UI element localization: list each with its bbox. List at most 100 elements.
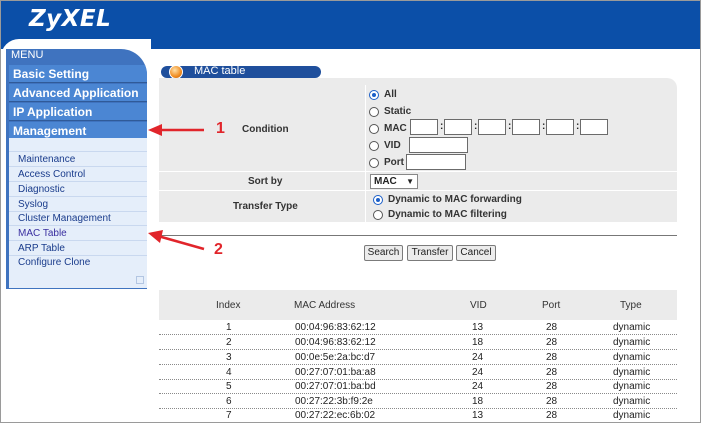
cell-mac-address: 00:27:22:ec:6b:02 bbox=[295, 410, 376, 421]
menu-title: MENU bbox=[11, 49, 44, 61]
transfer-button[interactable]: Transfer bbox=[407, 245, 453, 261]
column-header-index: Index bbox=[216, 300, 241, 311]
sidebar-item-syslog[interactable]: Syslog bbox=[18, 199, 48, 210]
cell-type: dynamic bbox=[613, 322, 651, 333]
mac-separator: : bbox=[576, 121, 580, 132]
port-input[interactable] bbox=[406, 154, 466, 170]
title-bullet-icon bbox=[169, 65, 183, 79]
condition-mac-label: MAC bbox=[384, 123, 407, 134]
cell-port: 28 bbox=[546, 367, 558, 378]
cell-type: dynamic bbox=[613, 337, 651, 348]
page-title: MAC table bbox=[194, 65, 246, 77]
transfer-filtering-label: Dynamic to MAC filtering bbox=[388, 209, 507, 220]
vid-input[interactable] bbox=[409, 137, 468, 153]
condition-static-radio[interactable] bbox=[369, 107, 379, 117]
cell-index: 4 bbox=[226, 367, 232, 378]
search-button[interactable]: Search bbox=[364, 245, 403, 261]
annotation-arrow-2-icon bbox=[148, 230, 205, 251]
submenu-divider bbox=[9, 181, 147, 182]
cell-mac-address: 00:0e:5e:2a:bc:d7 bbox=[295, 352, 376, 363]
sidebar-item-access-control[interactable]: Access Control bbox=[18, 169, 85, 180]
table-row: 2 00:04:96:83:62:12 18 28 dynamic bbox=[159, 336, 677, 350]
submenu-divider bbox=[9, 151, 147, 152]
condition-vid-label: VID bbox=[384, 140, 401, 151]
condition-label: Condition bbox=[242, 124, 289, 135]
sidebar-menu: MENU Basic Setting Advanced Application … bbox=[6, 49, 147, 289]
mac-octet-2-input[interactable] bbox=[444, 119, 472, 135]
form-row-divider bbox=[159, 190, 677, 191]
condition-mac-radio[interactable] bbox=[369, 124, 379, 134]
mac-octet-3-input[interactable] bbox=[478, 119, 506, 135]
form-column-divider bbox=[365, 85, 366, 222]
cell-mac-address: 00:27:22:3b:f9:2e bbox=[295, 396, 373, 407]
cell-index: 7 bbox=[226, 410, 232, 421]
cell-type: dynamic bbox=[613, 352, 651, 363]
chevron-down-icon: ▼ bbox=[406, 177, 414, 186]
mac-octet-1-input[interactable] bbox=[410, 119, 438, 135]
cell-mac-address: 00:04:96:83:62:12 bbox=[295, 337, 376, 348]
transfer-type-label: Transfer Type bbox=[233, 201, 298, 212]
cell-mac-address: 00:27:07:01:ba:a8 bbox=[295, 367, 376, 378]
cell-type: dynamic bbox=[613, 410, 651, 421]
cell-index: 1 bbox=[226, 322, 232, 333]
cell-port: 28 bbox=[546, 381, 558, 392]
condition-static-label: Static bbox=[384, 106, 412, 117]
mac-separator: : bbox=[474, 121, 478, 132]
cell-index: 6 bbox=[226, 396, 232, 407]
nav-section-ip-application[interactable]: IP Application bbox=[9, 103, 147, 121]
table-row: 6 00:27:22:3b:f9:2e 18 28 dynamic bbox=[159, 395, 677, 409]
sidebar-item-maintenance[interactable]: Maintenance bbox=[18, 154, 75, 165]
cell-index: 5 bbox=[226, 381, 232, 392]
nav-section-basic-setting[interactable]: Basic Setting bbox=[9, 65, 147, 83]
table-row: 1 00:04:96:83:62:12 13 28 dynamic bbox=[159, 321, 677, 335]
cell-type: dynamic bbox=[613, 367, 651, 378]
transfer-forwarding-label: Dynamic to MAC forwarding bbox=[388, 194, 522, 205]
submenu-divider bbox=[9, 211, 147, 212]
column-header-type: Type bbox=[620, 300, 642, 311]
cell-port: 28 bbox=[546, 352, 558, 363]
cell-vid: 24 bbox=[472, 367, 484, 378]
cell-vid: 18 bbox=[472, 396, 484, 407]
condition-all-radio[interactable] bbox=[369, 90, 379, 100]
annotation-number-2: 2 bbox=[214, 241, 223, 258]
zyxel-logo: ZyXEL bbox=[29, 6, 112, 32]
cell-index: 2 bbox=[226, 337, 232, 348]
sidebar-item-cluster-management[interactable]: Cluster Management bbox=[18, 213, 111, 224]
screenshot-frame: ZyXEL MENU Basic Setting Advanced Applic… bbox=[0, 0, 701, 423]
condition-port-radio[interactable] bbox=[369, 158, 379, 168]
form-row-divider bbox=[159, 171, 677, 172]
mac-octet-4-input[interactable] bbox=[512, 119, 540, 135]
mac-separator: : bbox=[542, 121, 546, 132]
nav-section-advanced-application[interactable]: Advanced Application bbox=[9, 84, 147, 102]
cell-mac-address: 00:27:07:01:ba:bd bbox=[295, 381, 376, 392]
transfer-filtering-radio[interactable] bbox=[373, 210, 383, 220]
section-divider bbox=[159, 235, 677, 236]
table-row: 4 00:27:07:01:ba:a8 24 28 dynamic bbox=[159, 366, 677, 380]
cancel-button[interactable]: Cancel bbox=[456, 245, 496, 261]
sidebar-item-mac-table[interactable]: MAC Table bbox=[18, 228, 67, 239]
condition-port-label: Port bbox=[384, 157, 404, 168]
transfer-forwarding-radio[interactable] bbox=[373, 195, 383, 205]
condition-all-label: All bbox=[384, 89, 397, 100]
cell-vid: 13 bbox=[472, 410, 484, 421]
condition-vid-radio[interactable] bbox=[369, 141, 379, 151]
sort-by-value: MAC bbox=[374, 176, 397, 187]
mac-separator: : bbox=[440, 121, 444, 132]
table-row: 5 00:27:07:01:ba:bd 24 28 dynamic bbox=[159, 380, 677, 394]
annotation-arrow-1-icon bbox=[148, 124, 204, 136]
cell-mac-address: 00:04:96:83:62:12 bbox=[295, 322, 376, 333]
sidebar-item-diagnostic[interactable]: Diagnostic bbox=[18, 184, 65, 195]
cell-vid: 24 bbox=[472, 381, 484, 392]
submenu-divider bbox=[9, 196, 147, 197]
mac-octet-5-input[interactable] bbox=[546, 119, 574, 135]
cell-port: 28 bbox=[546, 410, 558, 421]
submenu-divider bbox=[9, 240, 147, 241]
table-row: 7 00:27:22:ec:6b:02 13 28 dynamic bbox=[159, 409, 677, 422]
sort-by-select[interactable]: MAC ▼ bbox=[370, 174, 418, 189]
sidebar-item-arp-table[interactable]: ARP Table bbox=[18, 243, 65, 254]
column-header-vid: VID bbox=[470, 300, 487, 311]
sidebar-item-configure-clone[interactable]: Configure Clone bbox=[18, 257, 90, 268]
mac-octet-6-input[interactable] bbox=[580, 119, 608, 135]
column-header-port: Port bbox=[542, 300, 561, 311]
submenu-divider bbox=[9, 225, 147, 226]
